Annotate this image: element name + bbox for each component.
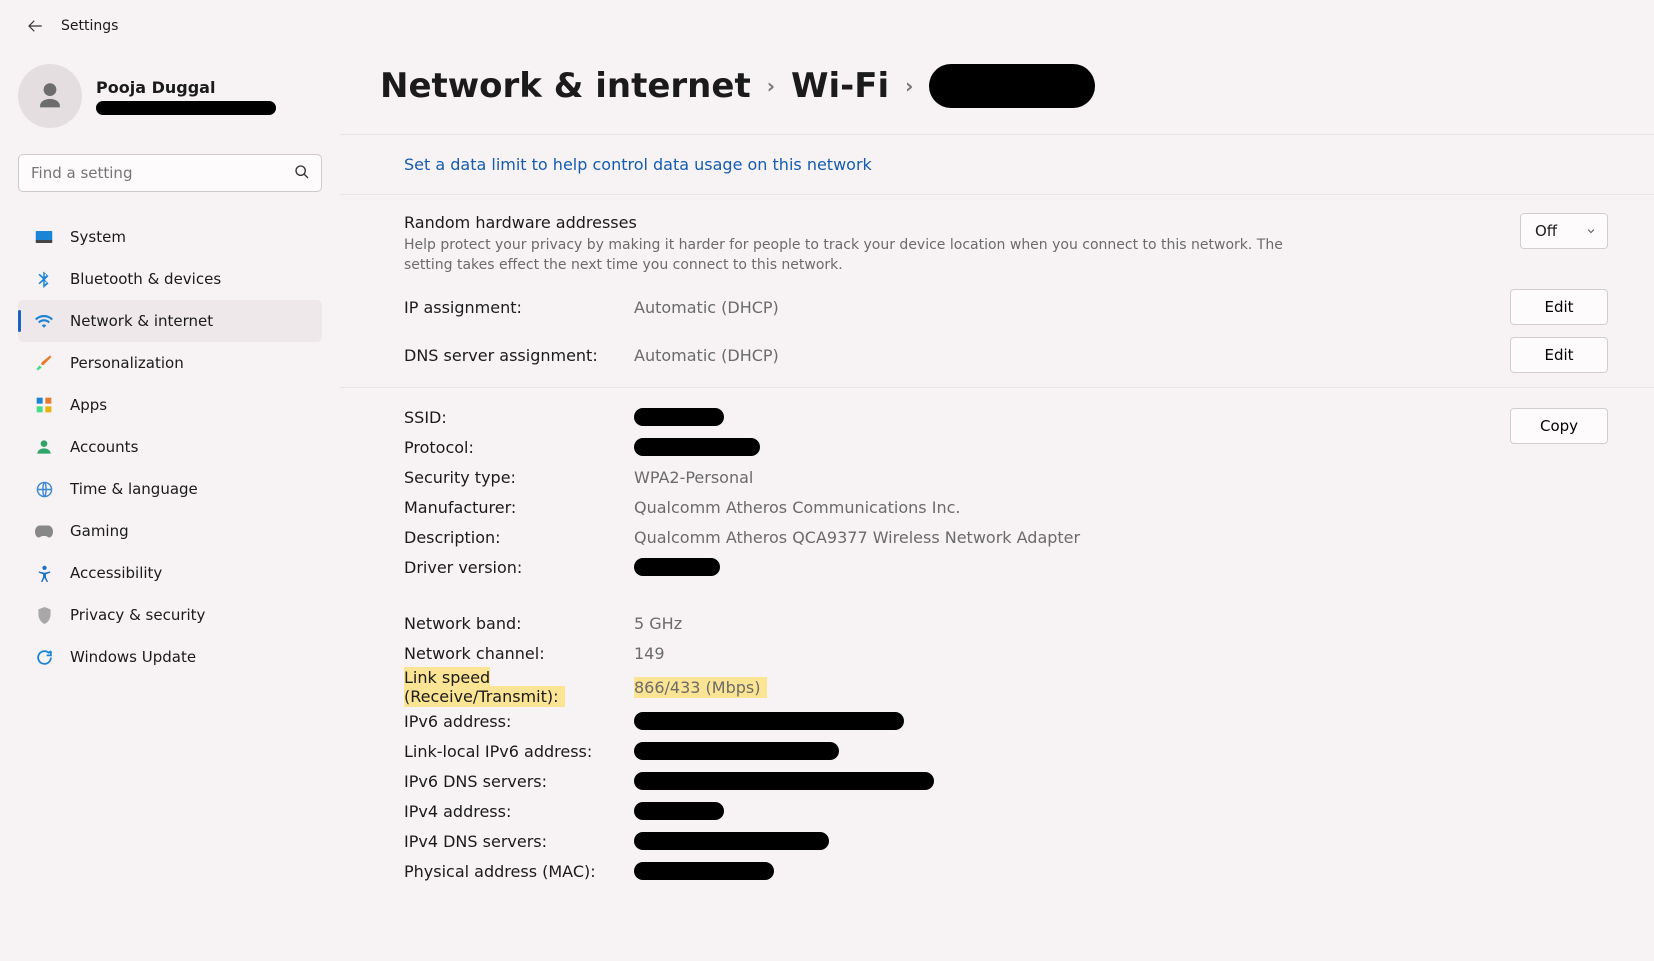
sidebar-item-personalization[interactable]: Personalization	[18, 342, 322, 384]
bluetooth-icon	[32, 270, 56, 288]
display-icon	[32, 230, 56, 244]
ipv6-dns-value-redacted	[634, 772, 934, 790]
ipv6-address-label: IPv6 address:	[404, 712, 634, 731]
link-speed-value: 866/433 (Mbps)	[634, 677, 767, 698]
search-box-wrap	[18, 154, 322, 192]
sidebar-item-privacy[interactable]: Privacy & security	[18, 594, 322, 636]
ipv4-dns-label: IPv4 DNS servers:	[404, 832, 634, 851]
ssid-value-redacted	[634, 408, 724, 426]
sidebar-item-apps[interactable]: Apps	[18, 384, 322, 426]
security-type-label: Security type:	[404, 468, 634, 487]
data-limit-link[interactable]: Set a data limit to help control data us…	[404, 155, 872, 174]
back-button[interactable]	[15, 6, 55, 46]
ipv6-dns-label: IPv6 DNS servers:	[404, 772, 634, 791]
ip-assignment-value: Automatic (DHCP)	[634, 298, 1510, 317]
link-local-ipv6-label: Link-local IPv6 address:	[404, 742, 634, 761]
description-label: Description:	[404, 528, 634, 547]
sidebar-item-label: Bluetooth & devices	[70, 270, 221, 288]
dns-assignment-value: Automatic (DHCP)	[634, 346, 1510, 365]
sidebar-item-label: Privacy & security	[70, 606, 205, 624]
copy-button[interactable]: Copy	[1510, 408, 1608, 444]
breadcrumb-wifi[interactable]: Wi-Fi	[791, 66, 889, 106]
person-icon	[33, 79, 67, 113]
random-hw-desc: Help protect your privacy by making it h…	[404, 236, 1284, 275]
driver-version-label: Driver version:	[404, 558, 634, 577]
sidebar-item-accessibility[interactable]: Accessibility	[18, 552, 322, 594]
sidebar-item-network[interactable]: Network & internet	[18, 300, 322, 342]
ip-assignment-edit-button[interactable]: Edit	[1510, 289, 1608, 325]
chevron-right-icon: ›	[767, 74, 775, 98]
sidebar-item-label: Accounts	[70, 438, 138, 456]
search-input[interactable]	[18, 154, 322, 192]
manufacturer-label: Manufacturer:	[404, 498, 634, 517]
sidebar-item-label: Personalization	[70, 354, 184, 372]
sidebar-item-time-language[interactable]: Time & language	[18, 468, 322, 510]
shield-icon	[32, 607, 56, 624]
apps-icon	[32, 397, 56, 413]
link-local-ipv6-value-redacted	[634, 742, 839, 760]
profile-email-redacted	[96, 101, 276, 115]
dns-assignment-edit-button[interactable]: Edit	[1510, 337, 1608, 373]
ip-assignment-row: IP assignment: Automatic (DHCP) Edit	[340, 283, 1654, 331]
chevron-down-icon	[1585, 225, 1597, 237]
ipv4-address-label: IPv4 address:	[404, 802, 634, 821]
ipv4-dns-value-redacted	[634, 832, 829, 850]
random-hardware-row: Random hardware addresses Help protect y…	[340, 195, 1654, 283]
protocol-label: Protocol:	[404, 438, 634, 457]
network-channel-label: Network channel:	[404, 644, 634, 663]
ip-assignment-label: IP assignment:	[404, 298, 634, 317]
profile-block[interactable]: Pooja Duggal	[18, 60, 322, 154]
breadcrumb-network-redacted	[929, 64, 1095, 108]
sidebar-nav: System Bluetooth & devices Network & int…	[18, 216, 322, 678]
globe-icon	[32, 481, 56, 498]
dns-assignment-label: DNS server assignment:	[404, 346, 634, 365]
person-green-icon	[32, 439, 56, 455]
breadcrumb-parent[interactable]: Network & internet	[380, 66, 751, 106]
manufacturer-value: Qualcomm Atheros Communications Inc.	[634, 498, 1510, 517]
sidebar-item-label: System	[70, 228, 126, 246]
link-speed-label: Link speed (Receive/Transmit):	[404, 667, 565, 707]
sidebar-item-system[interactable]: System	[18, 216, 322, 258]
sidebar-item-gaming[interactable]: Gaming	[18, 510, 322, 552]
sidebar-item-label: Windows Update	[70, 648, 196, 666]
random-hw-heading: Random hardware addresses	[404, 213, 1500, 232]
sidebar-item-bluetooth[interactable]: Bluetooth & devices	[18, 258, 322, 300]
ipv6-address-value-redacted	[634, 712, 904, 730]
dropdown-value: Off	[1535, 222, 1557, 240]
update-icon	[32, 649, 56, 666]
chevron-right-icon: ›	[905, 74, 913, 98]
mac-address-value-redacted	[634, 862, 774, 880]
random-hw-dropdown[interactable]: Off	[1520, 213, 1608, 249]
driver-version-value-redacted	[634, 558, 720, 576]
sidebar-item-windows-update[interactable]: Windows Update	[18, 636, 322, 678]
protocol-value-redacted	[634, 438, 760, 456]
gaming-icon	[32, 525, 56, 538]
sidebar-item-label: Accessibility	[70, 564, 162, 582]
search-icon	[294, 164, 310, 184]
network-band-label: Network band:	[404, 614, 634, 633]
sidebar-item-label: Apps	[70, 396, 107, 414]
breadcrumb: Network & internet › Wi-Fi ›	[340, 64, 1654, 108]
network-band-value: 5 GHz	[634, 614, 1510, 633]
avatar	[18, 64, 82, 128]
network-channel-value: 149	[634, 644, 1510, 663]
description-value: Qualcomm Atheros QCA9377 Wireless Networ…	[634, 528, 1510, 547]
data-limit-row: Set a data limit to help control data us…	[340, 135, 1654, 195]
wifi-icon	[32, 314, 56, 328]
sidebar-item-label: Time & language	[70, 480, 198, 498]
accessibility-icon	[32, 565, 56, 582]
security-type-value: WPA2-Personal	[634, 468, 1510, 487]
mac-address-label: Physical address (MAC):	[404, 862, 634, 881]
profile-name: Pooja Duggal	[96, 78, 276, 97]
sidebar-item-label: Gaming	[70, 522, 129, 540]
sidebar-item-label: Network & internet	[70, 312, 213, 330]
paintbrush-icon	[32, 354, 56, 372]
dns-assignment-row: DNS server assignment: Automatic (DHCP) …	[340, 331, 1654, 379]
ssid-label: SSID:	[404, 408, 634, 427]
app-title: Settings	[61, 18, 118, 34]
sidebar-item-accounts[interactable]: Accounts	[18, 426, 322, 468]
ipv4-address-value-redacted	[634, 802, 724, 820]
back-arrow-icon	[26, 17, 44, 35]
